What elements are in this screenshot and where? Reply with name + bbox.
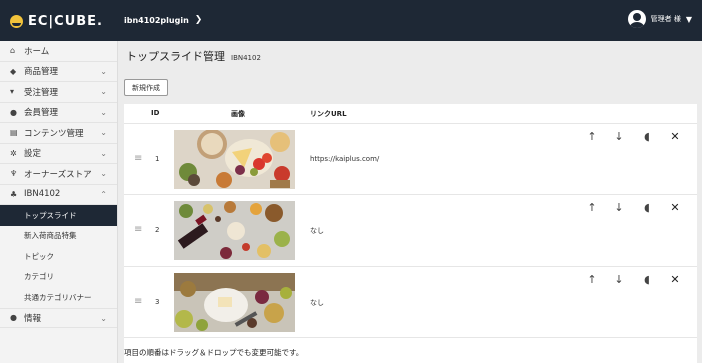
- sidebar-item-ibn4102[interactable]: ♣ IBN4102 ⌃: [0, 185, 117, 205]
- sidebar-item-orders[interactable]: ▾ 受注管理 ⌄: [0, 82, 117, 103]
- sidebar-item-label: 受注管理: [24, 87, 59, 98]
- plug-icon: ♆: [10, 169, 18, 179]
- table-row[interactable]: ≡ 1 https://kaiplus.com/ ↑ ↓ ◖ ✕: [124, 123, 697, 194]
- close-icon[interactable]: ✕: [669, 201, 681, 215]
- arrow-up-icon[interactable]: ↑: [586, 130, 598, 144]
- puzzle-icon: ♣: [10, 189, 18, 199]
- arrow-up-icon[interactable]: ↑: [586, 201, 598, 215]
- sidebar: ⌂ ホーム ◆ 商品管理 ⌄ ▾ 受注管理 ⌄ ● 会員管理 ⌄ ▤ コンテンツ…: [0, 41, 118, 363]
- sidebar-item-contents[interactable]: ▤ コンテンツ管理 ⌄: [0, 123, 117, 144]
- user-menu[interactable]: 管理者 様 ▼: [627, 10, 692, 28]
- sidebar-subitem-top-slide[interactable]: トップスライド: [0, 205, 117, 226]
- sidebar-subitem-topics[interactable]: トピック: [0, 246, 117, 267]
- chevron-up-icon: ⌃: [100, 189, 107, 199]
- chevron-down-icon: ▼: [685, 14, 692, 24]
- arrow-down-icon[interactable]: ↓: [613, 201, 625, 215]
- home-icon: ⌂: [10, 46, 16, 56]
- chevron-down-icon: ⌄: [100, 313, 107, 323]
- arrow-down-icon[interactable]: ↓: [613, 273, 625, 287]
- column-header-link: リンクURL: [310, 110, 347, 118]
- page-title: トップスライド管理 IBN4102: [126, 48, 261, 64]
- row-id: 1: [155, 155, 160, 163]
- sidebar-item-label: 商品管理: [24, 67, 59, 78]
- drag-handle-icon[interactable]: ≡: [134, 153, 142, 164]
- arrow-up-icon[interactable]: ↑: [586, 273, 598, 287]
- chevron-down-icon: ⌄: [100, 66, 107, 76]
- close-icon[interactable]: ✕: [669, 273, 681, 287]
- column-header-id: ID: [151, 109, 160, 117]
- sidebar-item-settings[interactable]: ✲ 設定 ⌄: [0, 144, 117, 164]
- logo-text: EC|CUBE.: [28, 13, 103, 29]
- row-id: 3: [155, 298, 160, 306]
- sidebar-subitem-category-banner[interactable]: 共通カテゴリバナー: [0, 287, 117, 308]
- row-link: なし: [310, 227, 324, 235]
- slide-image: [174, 201, 295, 260]
- chevron-down-icon: ⌄: [100, 107, 107, 117]
- new-button[interactable]: 新規作成: [124, 79, 168, 96]
- sidebar-subitem-new-arrivals[interactable]: 新入荷商品特集: [0, 225, 117, 246]
- row-actions: ↑ ↓ ◖ ✕: [586, 130, 686, 144]
- slide-image: [174, 130, 295, 189]
- logo-mark-icon: [10, 14, 23, 28]
- slide-image: [174, 273, 295, 332]
- sidebar-subitem-label: 共通カテゴリバナー: [24, 292, 92, 302]
- row-link: なし: [310, 299, 324, 307]
- sidebar-item-label: 会員管理: [24, 108, 59, 119]
- sidebar-item-store[interactable]: ♆ オーナーズストア ⌄: [0, 164, 117, 185]
- table-row[interactable]: ≡ 3 なし ↑ ↓ ◖ ✕: [124, 266, 697, 337]
- toggle-visibility-icon[interactable]: ◖: [641, 273, 653, 287]
- chevron-right-icon: ❯: [194, 15, 203, 25]
- users-icon: ●: [10, 107, 17, 117]
- sidebar-subitem-label: 新入荷商品特集: [24, 231, 77, 241]
- toggle-visibility-icon[interactable]: ◖: [641, 130, 653, 144]
- sidebar-subitem-label: トップスライド: [24, 210, 77, 220]
- chevron-down-icon: ⌄: [100, 128, 107, 137]
- chevron-down-icon: ⌄: [100, 169, 107, 178]
- sidebar-subitem-label: トピック: [24, 251, 54, 261]
- page-title-code: IBN4102: [231, 54, 261, 62]
- row-id: 2: [155, 226, 160, 234]
- sidebar-item-label: オーナーズストア: [24, 169, 92, 180]
- gear-icon: ✲: [10, 148, 17, 158]
- arrow-down-icon[interactable]: ↓: [613, 130, 625, 144]
- column-header-image: 画像: [231, 110, 245, 118]
- sidebar-subitem-label: カテゴリ: [24, 272, 54, 282]
- breadcrumb[interactable]: ibn4102plugin ❯: [124, 15, 202, 25]
- sidebar-item-label: 設定: [24, 149, 42, 160]
- drag-handle-icon[interactable]: ≡: [134, 224, 142, 235]
- user-avatar-icon: [627, 10, 646, 28]
- cart-icon: ▾: [10, 87, 15, 97]
- logo[interactable]: EC|CUBE.: [10, 12, 110, 30]
- row-link: https://kaiplus.com/: [310, 155, 380, 163]
- close-icon[interactable]: ✕: [669, 130, 681, 144]
- tag-icon: ◆: [10, 66, 17, 76]
- sidebar-subitem-category[interactable]: カテゴリ: [0, 266, 117, 287]
- row-actions: ↑ ↓ ◖ ✕: [586, 273, 686, 287]
- user-name: 管理者 様: [650, 15, 681, 23]
- chevron-down-icon: ⌄: [100, 87, 107, 96]
- sidebar-item-info[interactable]: ● 情報 ⌄: [0, 307, 117, 328]
- toggle-visibility-icon[interactable]: ◖: [641, 201, 653, 215]
- table-row[interactable]: ≡ 2 なし ↑ ↓ ◖ ✕: [124, 194, 697, 266]
- breadcrumb-label: ibn4102plugin: [124, 15, 189, 25]
- sidebar-item-home[interactable]: ⌂ ホーム: [0, 41, 117, 62]
- page-title-text: トップスライド管理: [126, 50, 225, 63]
- info-icon: ●: [10, 313, 17, 323]
- row-actions: ↑ ↓ ◖ ✕: [586, 201, 686, 215]
- sidebar-item-products[interactable]: ◆ 商品管理 ⌄: [0, 62, 117, 82]
- footer-note-text: 項目の順番はドラッグ＆ドロップでも変更可能です。: [124, 348, 304, 357]
- top-header: EC|CUBE. ibn4102plugin ❯ 管理者 様 ▼: [0, 0, 702, 41]
- chevron-down-icon: ⌄: [100, 148, 107, 158]
- sidebar-item-label: ホーム: [24, 46, 50, 57]
- sidebar-item-label: IBN4102: [24, 189, 61, 200]
- file-icon: ▤: [10, 128, 18, 138]
- footer-note: 項目の順番はドラッグ＆ドロップでも変更可能です。: [124, 337, 697, 363]
- drag-handle-icon[interactable]: ≡: [134, 296, 142, 307]
- sidebar-item-customers[interactable]: ● 会員管理 ⌄: [0, 103, 117, 123]
- slide-table: ID 画像 リンクURL ≡ 1 https://kaiplus.com/ ↑ …: [124, 104, 697, 337]
- sidebar-item-label: コンテンツ管理: [24, 128, 84, 139]
- sidebar-item-label: 情報: [24, 313, 42, 324]
